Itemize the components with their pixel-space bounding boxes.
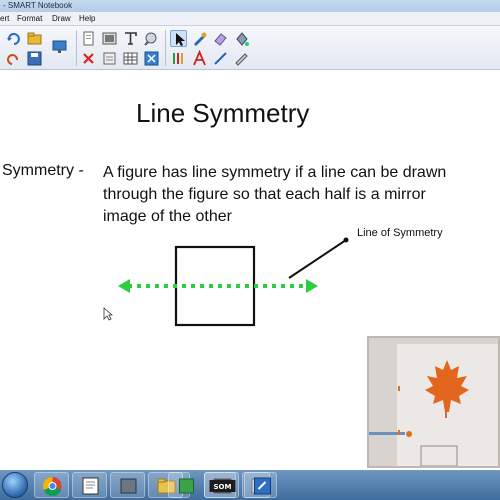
definition-line-1: A figure has line symmetry if a line can…	[103, 164, 447, 181]
page-title: Line Symmetry	[136, 98, 310, 128]
add-page-icon[interactable]	[80, 30, 97, 47]
fill-icon[interactable]	[233, 30, 250, 47]
taskbar: SOM	[0, 470, 500, 500]
svg-text:SOM: SOM	[214, 483, 232, 491]
full-screen-icon[interactable]	[143, 50, 160, 67]
definition-text: A figure has line symmetry if a line can…	[103, 162, 446, 228]
smart-app-icon[interactable]	[244, 472, 271, 498]
text-a-icon[interactable]	[191, 50, 208, 67]
mouse-cursor-icon	[103, 307, 114, 326]
start-orb-icon[interactable]	[2, 472, 28, 498]
toolbar	[0, 26, 500, 70]
line-tool-icon[interactable]	[212, 50, 229, 67]
capture-icon[interactable]	[143, 30, 160, 47]
app-gray-icon[interactable]	[110, 472, 145, 498]
line-of-symmetry-label: Line of Symmetry	[357, 227, 443, 239]
menu-insert[interactable]: ert	[0, 13, 9, 25]
undo-icon[interactable]	[5, 50, 22, 67]
chrome-icon[interactable]	[34, 472, 69, 498]
redo-icon[interactable]	[5, 30, 22, 47]
insert-picture-icon[interactable]	[101, 30, 118, 47]
shape-tool-icon[interactable]	[233, 50, 250, 67]
select-arrow-icon[interactable]	[170, 30, 187, 47]
maple-leaf-icon	[369, 360, 469, 466]
window-title: - SMART Notebook	[3, 1, 73, 10]
title-bar: - SMART Notebook	[0, 0, 500, 12]
menu-format[interactable]: Format	[17, 13, 42, 25]
som-app-icon[interactable]: SOM	[204, 472, 236, 498]
save-icon[interactable]	[26, 50, 43, 67]
definition-line-3: image of the other	[103, 208, 232, 225]
delete-icon[interactable]	[80, 50, 97, 67]
screen-shade-icon[interactable]	[51, 38, 68, 55]
menu-draw[interactable]: Draw	[52, 13, 71, 25]
notebook-app-icon[interactable]	[72, 472, 107, 498]
term-label: Symmetry -	[2, 162, 84, 179]
open-folder-icon[interactable]	[26, 30, 43, 47]
text-tool-icon[interactable]	[122, 30, 139, 47]
webcam-overlay	[367, 336, 500, 468]
properties-icon[interactable]	[101, 50, 118, 67]
pen-icon[interactable]	[191, 30, 208, 47]
table-icon[interactable]	[122, 50, 139, 67]
creative-pen-icon[interactable]	[170, 50, 187, 67]
definition-line-2: through the figure so that each half is …	[103, 186, 426, 203]
smart-notebook-window: - SMART Notebook ert Format Draw Help Li…	[0, 0, 500, 500]
menu-help[interactable]: Help	[79, 13, 95, 25]
app-green-icon[interactable]	[168, 472, 194, 498]
eraser-icon[interactable]	[212, 30, 229, 47]
menu-bar: ert Format Draw Help	[0, 12, 500, 26]
